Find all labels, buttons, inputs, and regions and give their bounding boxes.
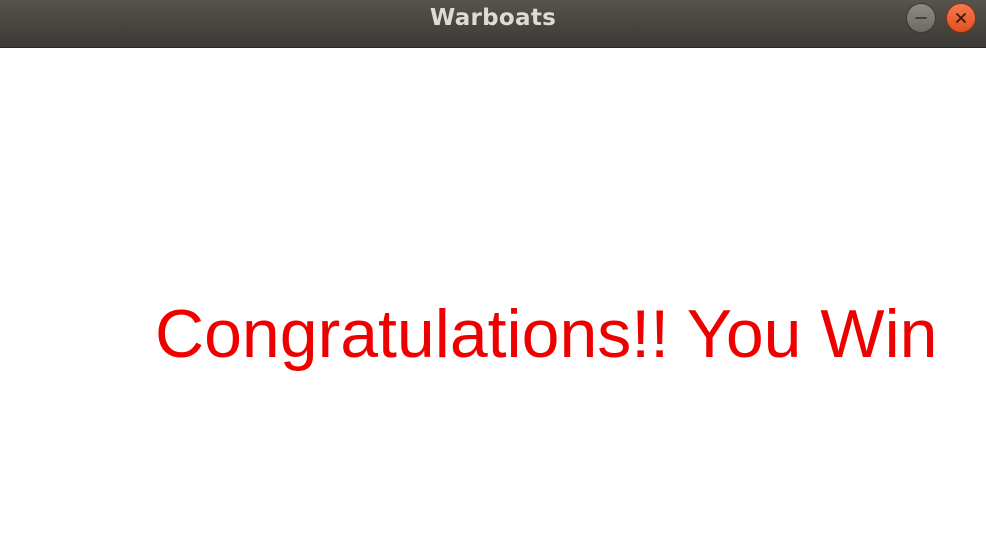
close-button[interactable] [946,3,976,33]
game-canvas: Congratulations!! You Win [0,48,986,546]
win-message: Congratulations!! You Win [155,296,938,372]
title-bar[interactable]: Warboats [0,0,986,48]
minimize-button[interactable] [906,3,936,33]
minimize-icon [915,17,927,19]
close-icon [956,13,966,23]
window-title: Warboats [429,5,557,31]
game-window: Warboats Congratulations!! You Win [0,0,986,546]
